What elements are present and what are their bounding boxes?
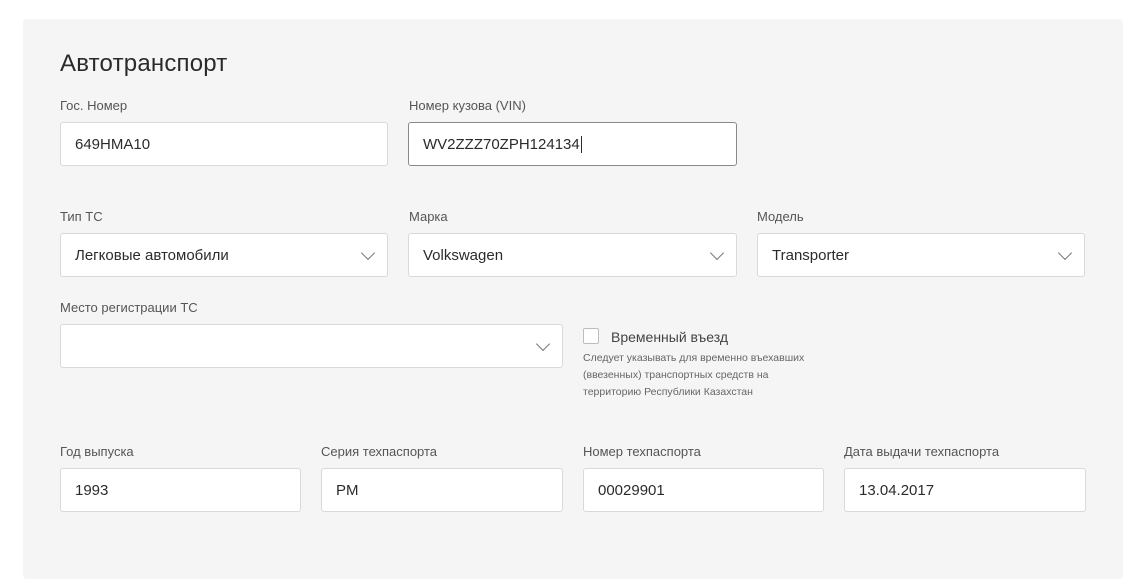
chevron-down-icon: [709, 245, 725, 261]
data-tp-label: Дата выдачи техпаспорта: [844, 444, 1000, 459]
seriya-label: Серия техпаспорта: [321, 444, 438, 459]
mesto-reg-label: Место регистрации ТС: [60, 300, 198, 315]
vin-label: Номер кузова (VIN): [409, 98, 526, 113]
data-tp-input[interactable]: 13.04.2017: [844, 468, 1086, 512]
nomer-tp-input[interactable]: 00029901: [583, 468, 824, 512]
temporary-entry-label[interactable]: Временный въезд: [611, 329, 728, 345]
gos-nomer-input[interactable]: 649HMA10: [60, 122, 388, 166]
section-title: Автотранспорт: [60, 50, 228, 77]
gos-nomer-label: Гос. Номер: [60, 98, 128, 113]
temporary-entry-checkbox[interactable]: [583, 328, 599, 344]
seriya-value: PM: [336, 481, 359, 499]
chevron-down-icon: [1057, 245, 1073, 261]
tip-ts-select[interactable]: Легковые автомобили: [60, 233, 388, 277]
god-input[interactable]: 1993: [60, 468, 301, 512]
nomer-tp-label: Номер техпаспорта: [583, 444, 701, 459]
mesto-reg-select[interactable]: [60, 324, 563, 368]
tip-ts-label: Тип ТС: [60, 209, 103, 224]
data-tp-value: 13.04.2017: [859, 481, 935, 499]
marka-value: Volkswagen: [423, 246, 504, 264]
gos-nomer-value: 649HMA10: [75, 135, 151, 153]
chevron-down-icon: [360, 245, 376, 261]
nomer-tp-value: 00029901: [598, 481, 665, 499]
model-label: Модель: [757, 209, 804, 224]
seriya-input[interactable]: PM: [321, 468, 563, 512]
tip-ts-value: Легковые автомобили: [75, 246, 229, 264]
model-value: Transporter: [772, 246, 849, 264]
vin-value: WV2ZZZ70ZPH124134: [423, 135, 580, 153]
god-value: 1993: [75, 481, 109, 499]
marka-select[interactable]: Volkswagen: [408, 233, 737, 277]
temporary-entry-hint: Следует указывать для временно въехавших…: [583, 352, 805, 398]
text-cursor: [580, 135, 582, 153]
marka-label: Марка: [409, 209, 448, 224]
chevron-down-icon: [535, 336, 551, 352]
model-select[interactable]: Transporter: [757, 233, 1085, 277]
god-label: Год выпуска: [60, 444, 134, 459]
vin-input[interactable]: WV2ZZZ70ZPH124134: [408, 122, 737, 166]
